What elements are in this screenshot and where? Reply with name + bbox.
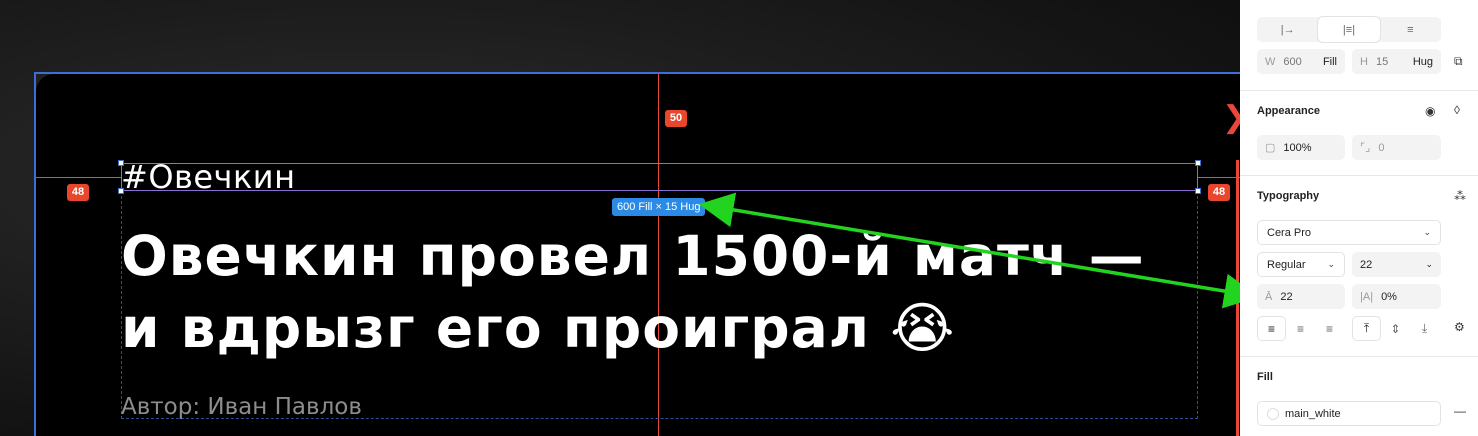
- align-right-icon[interactable]: ≡: [1315, 316, 1344, 341]
- align-bottom-icon[interactable]: ⤓: [1410, 316, 1439, 341]
- line-height-field[interactable]: Ā 22: [1257, 284, 1345, 309]
- headline-line-1: Овечкин провел 1500-й матч —: [121, 224, 1145, 288]
- vertical-align-group: ⤒ ⇕ ⤓: [1352, 316, 1439, 341]
- resize-handle-br[interactable]: [1195, 188, 1201, 194]
- divider-2: [1240, 175, 1478, 176]
- font-weight-value: Regular: [1267, 258, 1306, 271]
- text-resize-segmented: |→ |≡| ≡: [1257, 17, 1441, 42]
- height-label: H: [1360, 55, 1368, 68]
- line-height-value: 22: [1280, 290, 1293, 303]
- constraints-icon[interactable]: ⧉: [1454, 54, 1463, 69]
- tab-auto-height[interactable]: ≡: [1380, 17, 1441, 42]
- fill-style-field[interactable]: main_white: [1257, 401, 1441, 426]
- spacing-badge-right: 48: [1208, 184, 1230, 201]
- properties-panel: |→ |≡| ≡ W 600 Fill H 15 Hug ⧉ Appearanc…: [1240, 0, 1478, 436]
- horizontal-guide-left: [36, 177, 122, 178]
- letter-spacing-icon: |A|: [1360, 290, 1374, 303]
- text-styles-icon[interactable]: ⁂: [1454, 189, 1466, 203]
- author-text[interactable]: Автор: Иван Павлов: [121, 394, 362, 420]
- appearance-title: Appearance: [1257, 105, 1320, 117]
- blend-drop-icon[interactable]: ◊: [1454, 103, 1460, 117]
- horizontal-guide-right: [1198, 177, 1240, 178]
- radius-field[interactable]: ⌜⌟ 0: [1352, 135, 1441, 160]
- letter-spacing-field[interactable]: |A| 0%: [1352, 284, 1441, 309]
- width-mode[interactable]: Fill: [1323, 56, 1337, 68]
- width-value: 600: [1283, 55, 1302, 68]
- font-weight-select[interactable]: Regular ⌄: [1257, 252, 1345, 277]
- tab-auto-width[interactable]: |→: [1257, 17, 1318, 42]
- chevron-down-icon: ⌄: [1423, 227, 1431, 237]
- tab-fixed-width[interactable]: |≡|: [1318, 17, 1380, 42]
- letter-spacing-value: 0%: [1381, 290, 1397, 303]
- typography-title: Typography: [1257, 190, 1320, 202]
- spacing-badge-top: 50: [665, 110, 687, 127]
- horizontal-align-group: ≡ ≡ ≡: [1257, 316, 1344, 341]
- close-icon[interactable]: ❯: [1222, 100, 1240, 135]
- width-field[interactable]: W 600 Fill: [1257, 49, 1345, 74]
- type-settings-icon[interactable]: ⚙: [1454, 320, 1465, 334]
- line-height-icon: Ā: [1265, 290, 1273, 303]
- font-size-value: 22: [1360, 258, 1373, 271]
- remove-fill-icon[interactable]: —: [1454, 404, 1466, 418]
- align-top-icon[interactable]: ⤒: [1352, 316, 1381, 341]
- fill-title: Fill: [1257, 371, 1273, 383]
- width-label: W: [1265, 55, 1276, 68]
- opacity-value: 100%: [1283, 141, 1312, 154]
- height-field[interactable]: H 15 Hug: [1352, 49, 1441, 74]
- align-middle-icon[interactable]: ⇕: [1381, 316, 1410, 341]
- fill-style-name: main_white: [1285, 407, 1341, 420]
- resize-handle-tr[interactable]: [1195, 160, 1201, 166]
- divider-3: [1240, 356, 1478, 357]
- font-family-value: Cera Pro: [1267, 226, 1312, 239]
- align-left-icon[interactable]: ≡: [1257, 316, 1286, 341]
- panel-edge-marker: [1236, 160, 1239, 436]
- font-size-field[interactable]: 22 ⌄: [1352, 252, 1441, 277]
- chevron-down-icon: ⌄: [1327, 259, 1335, 269]
- font-family-select[interactable]: Cera Pro ⌄: [1257, 220, 1441, 245]
- hashtag-text[interactable]: #Овечкин: [121, 158, 296, 196]
- align-center-icon[interactable]: ≡: [1286, 316, 1315, 341]
- height-value: 15: [1375, 55, 1389, 68]
- color-swatch[interactable]: [1267, 407, 1279, 420]
- design-canvas[interactable]: 50 48 48 #Овечкин Овечкин провел 1500-й …: [0, 0, 1240, 436]
- radius-value: 0: [1378, 141, 1385, 154]
- eye-icon[interactable]: ◉: [1425, 104, 1435, 118]
- chevron-down-icon[interactable]: ⌄: [1425, 259, 1433, 270]
- opacity-icon: ▢: [1265, 142, 1276, 154]
- opacity-field[interactable]: ▢ 100%: [1257, 135, 1345, 160]
- divider-1: [1240, 90, 1478, 91]
- corner-radius-icon: ⌜⌟: [1360, 142, 1371, 154]
- spacing-badge-left: 48: [67, 184, 89, 201]
- headline-line-2: и вдрызг его проиграл 😭: [121, 296, 956, 360]
- height-mode[interactable]: Hug: [1413, 56, 1433, 68]
- size-tag: 600 Fill × 15 Hug: [612, 198, 706, 216]
- headline-text[interactable]: Овечкин провел 1500-й матч — и вдрызг ег…: [121, 220, 1171, 364]
